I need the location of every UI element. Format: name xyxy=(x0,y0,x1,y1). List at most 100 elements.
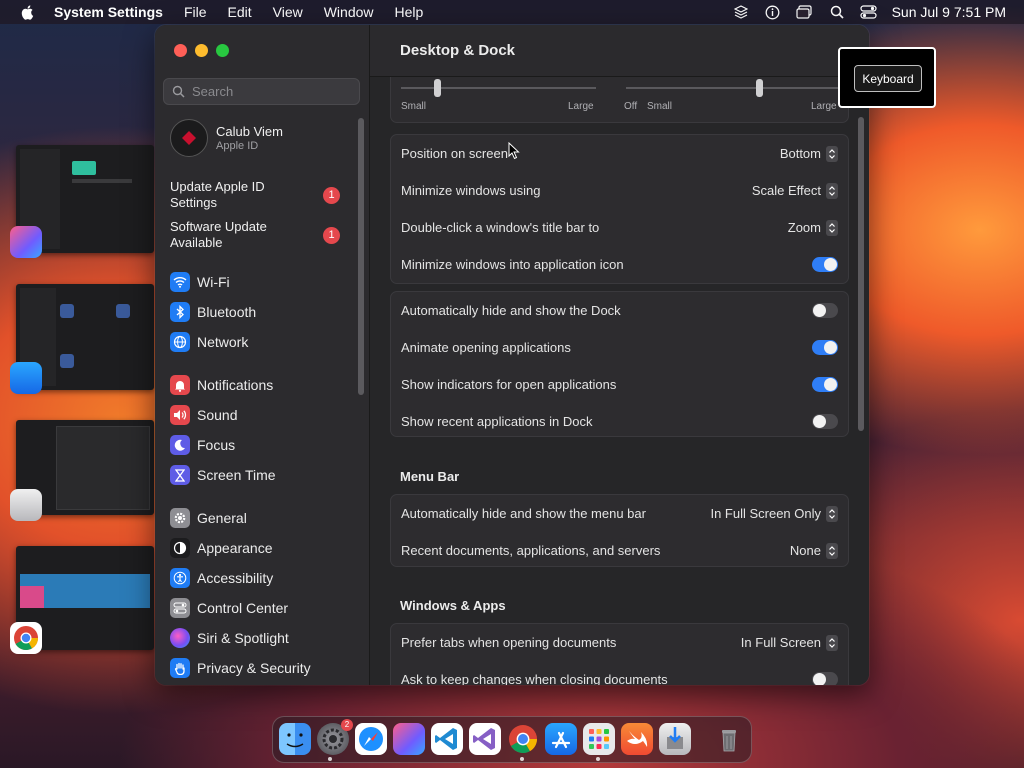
double-click-select[interactable]: Zoom xyxy=(788,219,838,236)
auto-hide-dock-toggle[interactable] xyxy=(812,303,838,318)
prefer-tabs-row: Prefer tabs when opening documents In Fu… xyxy=(401,624,838,661)
magnification-slider-track[interactable] xyxy=(626,87,841,89)
ask-keep-changes-toggle[interactable] xyxy=(812,672,838,685)
sidebar-item-privacy-security[interactable]: Privacy & Security xyxy=(170,657,311,679)
system-settings-window: Search Calub Viem Apple ID Update Apple … xyxy=(155,25,869,685)
search-placeholder: Search xyxy=(192,84,234,99)
window-controls xyxy=(174,44,229,57)
sidebar-item-appearance[interactable]: Appearance xyxy=(170,537,273,559)
software-update-alert[interactable]: Software Update Available 1 xyxy=(170,219,340,251)
screen-mirroring-icon[interactable] xyxy=(796,4,814,20)
sidebar-item-label: Network xyxy=(197,334,249,350)
visual-studio-icon[interactable] xyxy=(469,723,501,755)
sidebar-item-general[interactable]: General xyxy=(170,507,247,529)
installer-icon[interactable] xyxy=(659,723,691,755)
app-store-icon[interactable] xyxy=(545,723,577,755)
sidebar-item-focus[interactable]: Focus xyxy=(170,434,235,456)
magnification-min-label: Small xyxy=(647,101,673,112)
menu-view[interactable]: View xyxy=(273,4,303,20)
size-slider-track[interactable] xyxy=(401,87,596,89)
row-label: Ask to keep changes when closing documen… xyxy=(401,672,668,685)
sidebar-item-notifications[interactable]: Notifications xyxy=(170,374,273,396)
sidebar-scrollbar[interactable] xyxy=(358,118,364,395)
prefer-tabs-select[interactable]: In Full Screen xyxy=(741,634,838,651)
menu-clock[interactable]: Sun Jul 9 7:51 PM xyxy=(892,4,1006,20)
animate-opening-row: Animate opening applications xyxy=(401,329,838,366)
show-recent-apps-toggle[interactable] xyxy=(812,414,838,429)
update-apple-id-alert[interactable]: Update Apple ID Settings 1 xyxy=(170,179,340,211)
speaker-icon xyxy=(170,405,190,425)
system-settings-icon[interactable]: 2 xyxy=(317,719,353,755)
menu-help[interactable]: Help xyxy=(395,4,424,20)
apple-logo-icon[interactable] xyxy=(20,4,36,20)
shortcuts-app-icon[interactable] xyxy=(10,226,42,258)
installer-app-icon[interactable] xyxy=(10,489,42,521)
sidebar-item-network[interactable]: Network xyxy=(170,331,248,353)
launchpad-icon[interactable] xyxy=(583,723,615,755)
recent-documents-select[interactable]: None xyxy=(789,542,838,559)
search-input[interactable]: Search xyxy=(163,78,360,105)
size-slider-knob[interactable] xyxy=(434,79,441,97)
select-value: Scale Effect xyxy=(751,183,821,198)
position-select[interactable]: Bottom xyxy=(780,145,838,162)
row-label: Position on screen xyxy=(401,146,508,161)
zoom-button[interactable] xyxy=(216,44,229,57)
menu-bar-card: Automatically hide and show the menu bar… xyxy=(390,494,849,567)
sidebar-item-control-center[interactable]: Control Center xyxy=(170,597,288,619)
profile-name: Calub Viem xyxy=(216,124,283,139)
vscode-icon[interactable] xyxy=(431,723,463,755)
search-icon[interactable] xyxy=(828,4,846,20)
layers-icon[interactable] xyxy=(732,4,750,20)
safari-icon[interactable] xyxy=(355,723,387,755)
menu-window[interactable]: Window xyxy=(324,4,374,20)
bell-icon xyxy=(170,375,190,395)
select-value: In Full Screen Only xyxy=(710,506,821,521)
show-indicators-row: Show indicators for open applications xyxy=(401,366,838,403)
show-indicators-toggle[interactable] xyxy=(812,377,838,392)
size-max-label: Large xyxy=(568,101,594,112)
swift-icon[interactable] xyxy=(621,723,653,755)
row-label: Automatically hide and show the Dock xyxy=(401,303,621,318)
shortcuts-icon[interactable] xyxy=(393,723,425,755)
accessibility-icon xyxy=(170,568,190,588)
trash-icon[interactable] xyxy=(713,723,745,755)
sidebar-item-sound[interactable]: Sound xyxy=(170,404,237,426)
chrome-icon[interactable] xyxy=(507,723,539,755)
auto-hide-menu-bar-select[interactable]: In Full Screen Only xyxy=(710,505,838,522)
appearance-icon xyxy=(170,538,190,558)
menu-app-name[interactable]: System Settings xyxy=(54,4,163,20)
main-pane: Desktop & Dock Small Large Off Small Lar… xyxy=(370,25,869,685)
updown-chevron-icon xyxy=(826,634,838,651)
minimize-button[interactable] xyxy=(195,44,208,57)
search-icon xyxy=(172,85,185,98)
sidebar-item-wifi[interactable]: Wi-Fi xyxy=(170,271,230,293)
app-store-app-icon[interactable] xyxy=(10,362,42,394)
sidebar-item-accessibility[interactable]: Accessibility xyxy=(170,567,273,589)
close-button[interactable] xyxy=(174,44,187,57)
minimize-into-icon-toggle[interactable] xyxy=(812,257,838,272)
finder-icon[interactable] xyxy=(279,723,311,755)
size-min-label: Small xyxy=(401,101,427,112)
magnification-max-label: Large xyxy=(811,101,837,112)
wifi-icon xyxy=(170,272,190,292)
sidebar-item-bluetooth[interactable]: Bluetooth xyxy=(170,301,256,323)
alert-label: Update Apple ID Settings xyxy=(170,179,265,210)
siri-icon xyxy=(170,628,190,648)
select-value: None xyxy=(789,543,821,558)
menu-file[interactable]: File xyxy=(184,4,207,20)
control-center-icon[interactable] xyxy=(860,4,878,20)
sidebar-item-label: Sound xyxy=(197,407,238,423)
avatar xyxy=(170,119,208,157)
apple-id-profile[interactable]: Calub Viem Apple ID xyxy=(170,119,283,157)
animate-opening-toggle[interactable] xyxy=(812,340,838,355)
chrome-app-icon[interactable] xyxy=(10,622,42,654)
sidebar-item-siri-spotlight[interactable]: Siri & Spotlight xyxy=(170,627,289,649)
keyboard-button[interactable]: Keyboard xyxy=(854,65,922,92)
minimize-effect-select[interactable]: Scale Effect xyxy=(751,182,838,199)
dock-behavior-card: Automatically hide and show the Dock Ani… xyxy=(390,291,849,437)
info-circle-icon[interactable] xyxy=(764,4,782,20)
sidebar-item-screen-time[interactable]: Screen Time xyxy=(170,464,276,486)
menu-edit[interactable]: Edit xyxy=(228,4,252,20)
magnification-slider-knob[interactable] xyxy=(756,79,763,97)
main-scrollbar[interactable] xyxy=(858,117,864,431)
